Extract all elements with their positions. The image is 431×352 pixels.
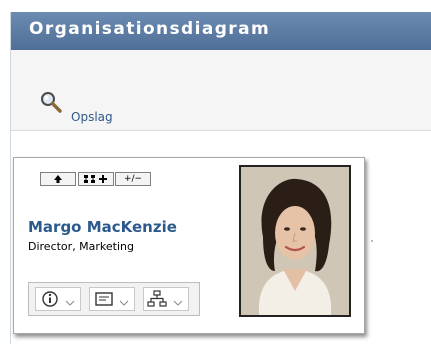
- org-chart-icon: [147, 290, 183, 307]
- separator-dot: [371, 240, 373, 242]
- lookup-area: Opslag: [11, 50, 431, 131]
- portrait-image: [241, 167, 349, 315]
- person-name[interactable]: Margo MacKenzie: [28, 218, 177, 236]
- org-chart-button[interactable]: [143, 287, 189, 311]
- person-photo: [239, 165, 351, 317]
- up-arrow-button[interactable]: [40, 172, 76, 186]
- page-title: Organisationsdiagram: [29, 19, 271, 39]
- hierarchy-plus-icon: [84, 175, 107, 183]
- message-icon: [95, 292, 129, 306]
- expand-collapse-icon: +/−: [123, 174, 143, 184]
- message-button[interactable]: [89, 287, 135, 311]
- hierarchy-plus-button[interactable]: [78, 172, 114, 186]
- title-bar: Organisationsdiagram: [11, 12, 431, 50]
- expand-collapse-button[interactable]: +/−: [115, 172, 151, 186]
- person-title: Director, Marketing: [28, 240, 135, 253]
- info-button[interactable]: [35, 287, 81, 311]
- magnifier-icon[interactable]: [39, 90, 63, 114]
- person-card: +/− Margo MacKenzie Director, Marketing: [13, 157, 365, 334]
- up-arrow-icon: [54, 175, 62, 183]
- action-bar: [28, 282, 200, 316]
- info-icon: [42, 291, 75, 307]
- lookup-link[interactable]: Opslag: [71, 110, 113, 124]
